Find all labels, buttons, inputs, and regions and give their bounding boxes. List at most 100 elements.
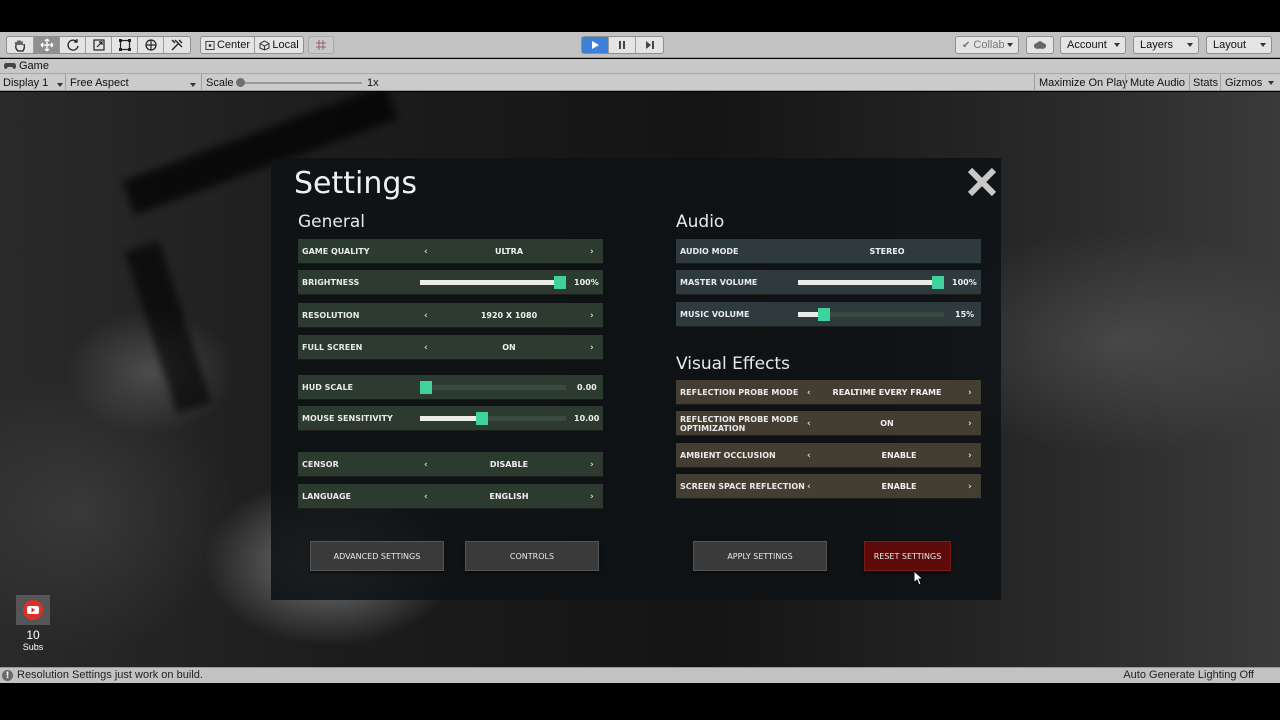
close-icon bbox=[967, 167, 997, 197]
master-volume-value: 100% bbox=[952, 278, 977, 287]
brightness-slider[interactable] bbox=[420, 276, 566, 289]
arrow-right-icon[interactable]: › bbox=[590, 335, 594, 360]
account-dropdown[interactable]: Account bbox=[1060, 36, 1126, 54]
arrow-right-icon[interactable]: › bbox=[590, 303, 594, 328]
master-volume-slider-fill bbox=[798, 280, 944, 285]
full-screen-label: FULL SCREEN bbox=[302, 343, 363, 352]
arrow-left-icon[interactable]: ‹ bbox=[424, 335, 428, 360]
snap-button[interactable] bbox=[308, 36, 334, 54]
arrow-left-icon[interactable]: ‹ bbox=[807, 411, 811, 436]
rotate-tool-icon[interactable] bbox=[60, 37, 86, 53]
controls-button[interactable]: CONTROLS bbox=[465, 541, 599, 571]
hud-scale-slider[interactable] bbox=[420, 381, 566, 394]
arrow-right-icon[interactable]: › bbox=[968, 474, 972, 499]
censor-value: DISABLE bbox=[489, 460, 529, 469]
info-icon: ! bbox=[2, 670, 13, 681]
layout-label: Layout bbox=[1213, 39, 1247, 51]
space-local-button[interactable]: Local bbox=[255, 37, 303, 53]
pivot-icon bbox=[205, 40, 215, 50]
scale-tool-icon[interactable] bbox=[86, 37, 112, 53]
mouse-sensitivity-slider-fill bbox=[420, 416, 482, 421]
mouse-sensitivity-slider-knob[interactable] bbox=[476, 412, 489, 425]
cloud-button[interactable] bbox=[1026, 36, 1054, 54]
reflection-probe-optimization-value: ON bbox=[880, 419, 894, 428]
play-icon bbox=[592, 41, 599, 49]
scale-slider-knob[interactable] bbox=[236, 78, 245, 87]
separator bbox=[1189, 74, 1190, 91]
mouse-sensitivity-value: 10.00 bbox=[574, 414, 600, 423]
brightness-label: BRIGHTNESS bbox=[302, 278, 360, 287]
master-volume-label: MASTER VOLUME bbox=[680, 278, 758, 287]
hud-scale-slider-knob[interactable] bbox=[420, 381, 432, 394]
scale-slider-track[interactable] bbox=[238, 82, 362, 84]
music-volume-slider[interactable] bbox=[798, 308, 944, 321]
hud-scale-row: HUD SCALE 0.00 bbox=[298, 375, 603, 400]
reflection-probe-optimization-label-line2: OPTIMIZATION bbox=[680, 423, 746, 433]
brightness-slider-fill bbox=[420, 280, 566, 285]
master-volume-slider-knob[interactable] bbox=[932, 276, 944, 289]
arrow-right-icon[interactable]: › bbox=[590, 484, 594, 509]
scale-value: 1x bbox=[367, 77, 379, 89]
audio-mode-label: AUDIO MODE bbox=[680, 247, 739, 256]
display-label: Display 1 bbox=[3, 77, 49, 89]
step-button[interactable] bbox=[636, 37, 663, 53]
arrow-right-icon[interactable]: › bbox=[968, 443, 972, 468]
advanced-settings-button[interactable]: ADVANCED SETTINGS bbox=[310, 541, 444, 571]
master-volume-slider[interactable] bbox=[798, 276, 944, 289]
arrow-left-icon[interactable]: ‹ bbox=[424, 303, 428, 328]
ambient-occlusion-value: ENABLE bbox=[881, 451, 917, 460]
arrow-left-icon[interactable]: ‹ bbox=[424, 484, 428, 509]
arrow-right-icon[interactable]: › bbox=[968, 380, 972, 405]
mute-audio-toggle[interactable]: Mute Audio bbox=[1130, 76, 1185, 90]
gamepad-icon bbox=[4, 63, 16, 69]
arrow-left-icon[interactable]: ‹ bbox=[807, 443, 811, 468]
arrow-right-icon[interactable]: › bbox=[590, 452, 594, 477]
arrow-right-icon[interactable]: › bbox=[968, 411, 972, 436]
music-volume-slider-knob[interactable] bbox=[818, 308, 831, 321]
game-tab-bar: Game bbox=[0, 59, 1280, 74]
background-scene bbox=[124, 240, 212, 414]
brightness-value: 100% bbox=[574, 278, 599, 287]
pause-button[interactable] bbox=[609, 37, 636, 53]
chevron-down-icon bbox=[1007, 43, 1013, 47]
layout-dropdown[interactable]: Layout bbox=[1206, 36, 1272, 54]
language-row: LANGUAGE ‹ ENGLISH › bbox=[298, 484, 603, 509]
settings-title: Settings bbox=[294, 166, 418, 201]
apply-settings-button[interactable]: APPLY SETTINGS bbox=[693, 541, 827, 571]
display-dropdown[interactable]: Display 1 bbox=[3, 76, 63, 90]
game-quality-value: ULTRA bbox=[494, 247, 524, 256]
reflection-probe-optimization-label-line1: REFLECTION PROBE MODE bbox=[680, 414, 799, 424]
arrow-right-icon[interactable]: › bbox=[590, 239, 594, 264]
transform-tool-icon[interactable] bbox=[138, 37, 164, 53]
chevron-down-icon bbox=[1268, 81, 1274, 85]
collab-dropdown[interactable]: ✔ Collab bbox=[955, 36, 1019, 54]
move-tool-icon[interactable] bbox=[34, 37, 60, 53]
brightness-slider-knob[interactable] bbox=[554, 276, 566, 289]
arrow-left-icon[interactable]: ‹ bbox=[424, 452, 428, 477]
maximize-on-play-toggle[interactable]: Maximize On Play bbox=[1039, 76, 1128, 90]
audio-mode-row: AUDIO MODE STEREO bbox=[676, 239, 981, 264]
arrow-left-icon[interactable]: ‹ bbox=[807, 474, 811, 499]
stats-toggle[interactable]: Stats bbox=[1193, 76, 1218, 90]
aspect-dropdown[interactable]: Free Aspect bbox=[70, 76, 198, 90]
audio-mode-value[interactable]: STEREO bbox=[816, 239, 958, 264]
layers-dropdown[interactable]: Layers bbox=[1133, 36, 1199, 54]
game-tab[interactable]: Game bbox=[4, 60, 49, 72]
mouse-sensitivity-slider[interactable] bbox=[420, 412, 566, 425]
arrow-left-icon[interactable]: ‹ bbox=[807, 380, 811, 405]
ambient-occlusion-row: AMBIENT OCCLUSION ‹ ENABLE › bbox=[676, 443, 981, 468]
pivot-center-button[interactable]: Center bbox=[201, 37, 255, 53]
gizmos-dropdown[interactable]: Gizmos bbox=[1225, 76, 1262, 90]
play-button[interactable] bbox=[582, 37, 609, 53]
arrow-left-icon[interactable]: ‹ bbox=[424, 239, 428, 264]
close-button[interactable] bbox=[966, 166, 998, 198]
settings-panel: Settings General GAME QUALITY ‹ ULTRA › … bbox=[271, 158, 1001, 600]
status-message[interactable]: Resolution Settings just work on build. bbox=[17, 669, 203, 681]
reset-settings-button[interactable]: RESET SETTINGS bbox=[864, 541, 951, 571]
chevron-down-icon bbox=[57, 83, 63, 87]
custom-tool-icon[interactable] bbox=[164, 37, 190, 53]
cube-icon bbox=[259, 39, 270, 51]
separator bbox=[1220, 74, 1221, 91]
hand-tool-icon[interactable] bbox=[7, 37, 34, 53]
rect-tool-icon[interactable] bbox=[112, 37, 138, 53]
